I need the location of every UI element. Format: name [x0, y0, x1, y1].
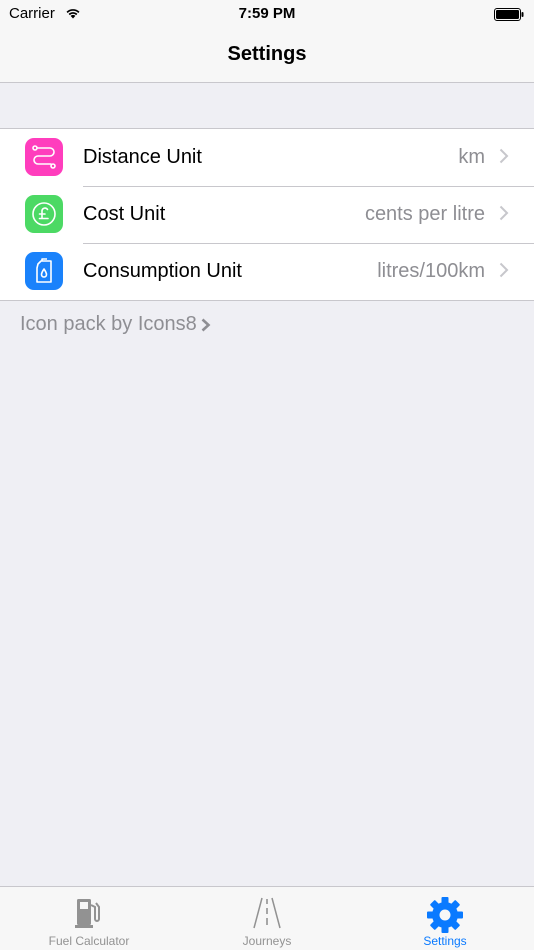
fuel-pump-icon [0, 895, 178, 931]
tab-journeys[interactable]: Journeys [178, 887, 356, 950]
chevron-right-icon [499, 262, 509, 283]
gear-icon [356, 895, 534, 933]
row-value: cents per litre [364, 203, 485, 225]
route-icon [25, 138, 63, 176]
settings-row-cost-unit[interactable]: Cost Unit cents per litre [0, 186, 534, 243]
page-title: Settings [227, 43, 307, 65]
row-value: litres/100km [377, 260, 485, 282]
chevron-right-icon [499, 205, 509, 226]
status-time: 7:59 PM [238, 5, 296, 22]
battery-icon [494, 8, 524, 26]
tab-settings[interactable]: Settings [356, 887, 534, 950]
icons8-credit-link[interactable]: Icon pack by Icons8 [20, 313, 211, 336]
tab-fuel-calculator[interactable]: Fuel Calculator [0, 887, 178, 950]
settings-row-distance-unit[interactable]: Distance Unit km [0, 129, 534, 186]
settings-list: Distance Unit km Cost Unit cents per lit… [0, 128, 534, 301]
chevron-right-icon [499, 148, 509, 169]
tab-label: Settings [423, 934, 467, 948]
navigation-bar: Settings [0, 28, 534, 83]
road-icon [178, 895, 356, 931]
pound-coin-icon [25, 195, 63, 233]
tab-label: Fuel Calculator [48, 934, 130, 948]
credit-link-text: Icon pack by Icons8 [20, 313, 197, 335]
row-value: km [458, 146, 485, 168]
row-label: Distance Unit [83, 146, 202, 168]
chevron-right-icon [201, 318, 211, 331]
fuel-can-icon [25, 252, 63, 290]
status-bar: Carrier 7:59 PM [0, 0, 534, 28]
tab-label: Journeys [242, 934, 292, 948]
row-label: Consumption Unit [83, 260, 242, 282]
settings-row-consumption-unit[interactable]: Consumption Unit litres/100km [0, 243, 534, 300]
tab-bar: Fuel Calculator Journeys Settings [0, 886, 534, 950]
row-label: Cost Unit [83, 203, 166, 225]
